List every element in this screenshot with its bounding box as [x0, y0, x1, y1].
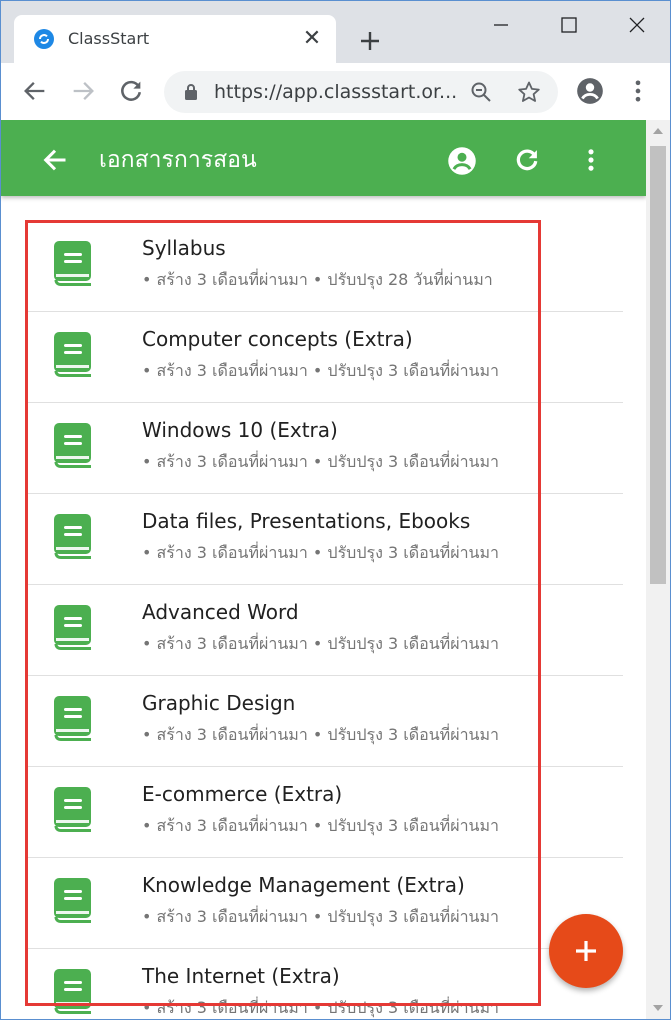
book-icon [53, 422, 93, 472]
book-icon [53, 604, 93, 654]
document-item[interactable]: Computer concepts (Extra) • สร้าง 3 เดือน… [25, 312, 623, 403]
document-meta: • สร้าง 3 เดือนที่ผ่านมา • ปรับปรุง 3 เด… [142, 725, 500, 744]
document-list: Syllabus • สร้าง 3 เดือนที่ผ่านมา • ปรับป… [25, 221, 623, 1019]
page-title: เอกสารการสอน [99, 147, 257, 173]
reload-icon[interactable] [117, 77, 145, 105]
book-icon [53, 695, 93, 745]
back-arrow-icon[interactable] [21, 77, 49, 105]
document-item[interactable]: Windows 10 (Extra) • สร้าง 3 เดือนที่ผ่าน… [25, 403, 623, 494]
star-icon[interactable] [517, 80, 541, 108]
book-icon [53, 968, 93, 1018]
browser-window: ClassStart ✕ https://app.classstart.or..… [0, 0, 671, 1020]
classstart-favicon-icon [34, 29, 54, 49]
address-bar[interactable]: https://app.classstart.or... [164, 71, 558, 113]
document-title[interactable]: Computer concepts (Extra) [142, 327, 413, 351]
scrollbar[interactable] [646, 120, 670, 1019]
document-meta: • สร้าง 3 เดือนที่ผ่านมา • ปรับปรุง 3 เด… [142, 452, 500, 471]
scroll-up-arrow-icon[interactable] [653, 128, 663, 134]
document-title[interactable]: Data files, Presentations, Ebooks [142, 509, 470, 533]
document-title[interactable]: Windows 10 (Extra) [142, 418, 338, 442]
document-title[interactable]: Knowledge Management (Extra) [142, 873, 465, 897]
document-meta: • สร้าง 3 เดือนที่ผ่านมา • ปรับปรุง 3 เด… [142, 907, 500, 926]
zoom-icon[interactable] [470, 81, 492, 107]
document-item[interactable]: E-commerce (Extra) • สร้าง 3 เดือนที่ผ่าน… [25, 767, 623, 858]
document-title[interactable]: Syllabus [142, 236, 226, 260]
tab-close-icon[interactable]: ✕ [300, 27, 324, 51]
app-back-icon[interactable] [41, 146, 69, 178]
new-tab-plus-icon[interactable] [353, 24, 387, 58]
document-item[interactable]: Knowledge Management (Extra) • สร้าง 3 เด… [25, 858, 623, 949]
browser-toolbar: https://app.classstart.or... [1, 63, 670, 120]
document-item[interactable]: Data files, Presentations, Ebooks • สร้าง… [25, 494, 623, 585]
document-title[interactable]: The Internet (Extra) [142, 964, 340, 988]
document-item[interactable]: Graphic Design • สร้าง 3 เดือนที่ผ่านมา •… [25, 676, 623, 767]
document-meta: • สร้าง 3 เดือนที่ผ่านมา • ปรับปรุง 3 เด… [142, 998, 500, 1017]
title-bar: ClassStart ✕ [1, 1, 670, 63]
document-title[interactable]: Graphic Design [142, 691, 295, 715]
refresh-icon[interactable] [513, 146, 541, 178]
maximize-icon[interactable] [535, 1, 603, 47]
add-document-button[interactable] [549, 914, 623, 988]
scroll-thumb[interactable] [650, 146, 666, 584]
lock-icon [184, 83, 198, 105]
document-meta: • สร้าง 3 เดือนที่ผ่านมา • ปรับปรุง 3 เด… [142, 361, 500, 380]
browser-menu-icon[interactable] [624, 77, 652, 105]
document-title[interactable]: Advanced Word [142, 600, 299, 624]
account-circle-icon[interactable] [447, 146, 477, 180]
book-icon [53, 331, 93, 381]
more-vert-icon[interactable] [577, 146, 605, 178]
close-window-icon[interactable] [603, 1, 670, 47]
document-meta: • สร้าง 3 เดือนที่ผ่านมา • ปรับปรุง 28 ว… [142, 270, 493, 289]
document-meta: • สร้าง 3 เดือนที่ผ่านมา • ปรับปรุง 3 เด… [142, 634, 500, 653]
minimize-icon[interactable] [467, 1, 535, 47]
book-icon [53, 240, 93, 290]
document-item[interactable]: Advanced Word • สร้าง 3 เดือนที่ผ่านมา • … [25, 585, 623, 676]
tab-title: ClassStart [68, 29, 150, 48]
page-viewport: เอกสารการสอน Syllabus • สร้าง 3 เดือนที่ผ… [1, 120, 646, 1019]
book-icon [53, 513, 93, 563]
document-item[interactable]: The Internet (Extra) • สร้าง 3 เดือนที่ผ่… [25, 949, 623, 1019]
document-item[interactable]: Syllabus • สร้าง 3 เดือนที่ผ่านมา • ปรับป… [25, 221, 623, 312]
profile-icon[interactable] [576, 77, 604, 105]
document-title[interactable]: E-commerce (Extra) [142, 782, 342, 806]
document-meta: • สร้าง 3 เดือนที่ผ่านมา • ปรับปรุง 3 เด… [142, 816, 500, 835]
url-text[interactable]: https://app.classstart.or... [214, 81, 457, 103]
document-meta: • สร้าง 3 เดือนที่ผ่านมา • ปรับปรุง 3 เด… [142, 543, 500, 562]
browser-tab[interactable]: ClassStart ✕ [14, 15, 336, 63]
book-icon [53, 877, 93, 927]
scroll-down-arrow-icon[interactable] [653, 1005, 663, 1011]
book-icon [53, 786, 93, 836]
app-bar: เอกสารการสอน [1, 120, 646, 196]
forward-arrow-icon[interactable] [69, 77, 97, 105]
